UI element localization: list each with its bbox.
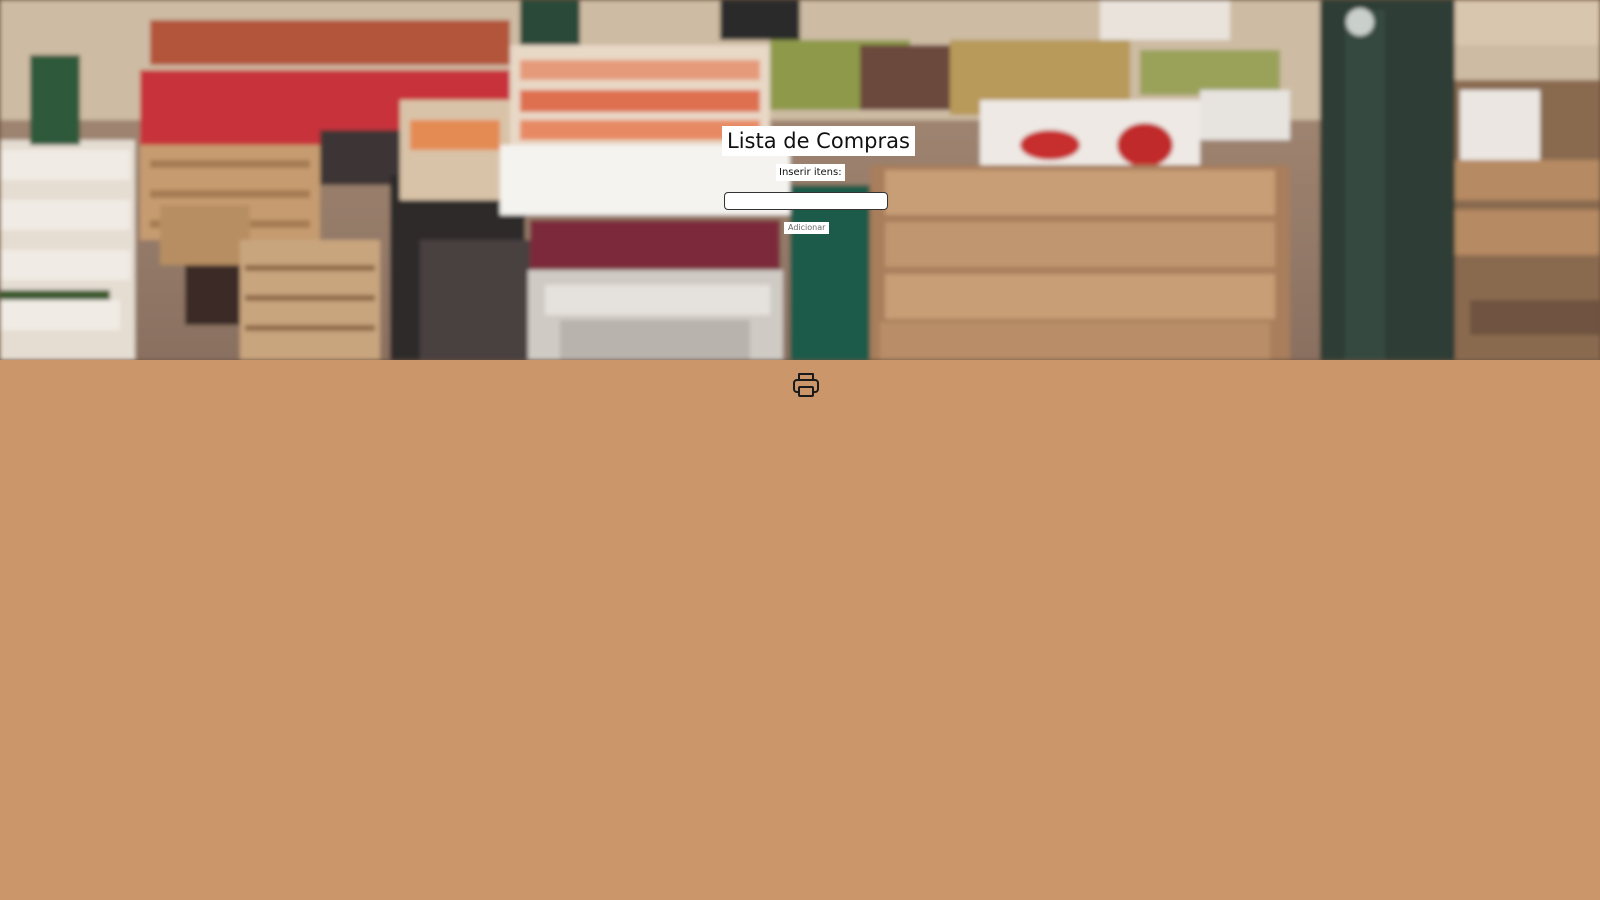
input-label: Inserir itens: (776, 164, 845, 181)
print-button[interactable] (791, 371, 821, 399)
printer-icon (793, 373, 819, 397)
item-input[interactable] (724, 192, 888, 210)
add-button[interactable]: Adicionar (784, 222, 830, 234)
page-title: Lista de Compras (722, 126, 915, 156)
